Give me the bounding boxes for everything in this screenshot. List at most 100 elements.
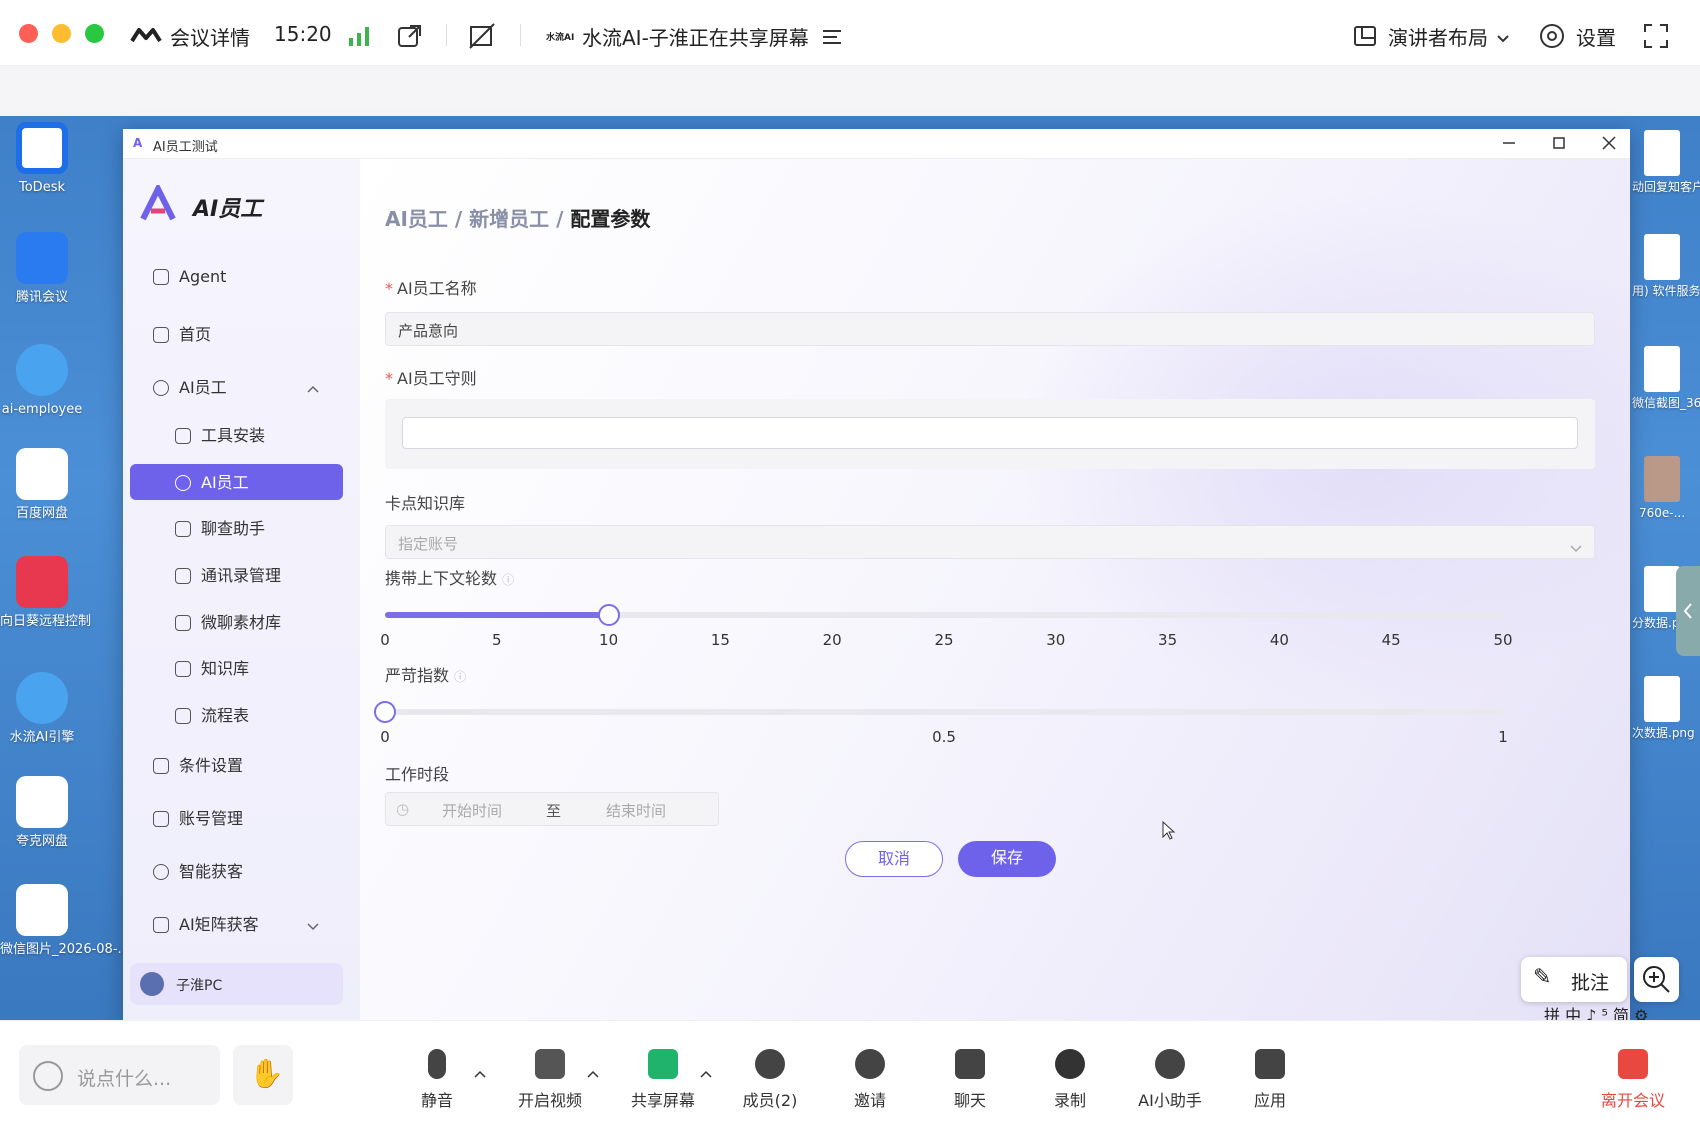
knowledge-base-label: 卡点知识库 bbox=[385, 494, 466, 513]
account-icon bbox=[153, 811, 169, 827]
desktop-file-3[interactable]: 微信截图_36605... bbox=[1632, 346, 1700, 411]
tencent-meeting-logo-icon bbox=[130, 27, 162, 43]
end-time-input[interactable]: 结束时间 bbox=[606, 800, 666, 821]
strict-tick-0: 0 bbox=[380, 728, 390, 746]
popout-icon[interactable] bbox=[397, 23, 423, 53]
apps-button[interactable]: 应用 bbox=[1225, 1049, 1315, 1111]
mute-button[interactable]: 静音 bbox=[392, 1049, 482, 1111]
desktop-icon-quark[interactable]: 夸克网盘 bbox=[0, 776, 84, 850]
desktop-icon-wechat-image[interactable]: 微信图片_2026-08-... bbox=[0, 884, 130, 958]
settings-button[interactable]: 设置 bbox=[1576, 22, 1616, 51]
desktop-icon-todesk[interactable]: ToDesk bbox=[0, 122, 84, 196]
desktop-icon-sunlogin[interactable]: 向日葵远程控制 bbox=[0, 556, 91, 630]
sidebar-item-flow[interactable]: 流程表 bbox=[175, 702, 249, 726]
desktop-second-column bbox=[88, 116, 124, 1016]
ctx-tick-2: 10 bbox=[599, 631, 619, 649]
chevron-up-icon[interactable] bbox=[474, 1063, 486, 1082]
close-icon[interactable] bbox=[1599, 133, 1619, 153]
strict-tick-2: 1 bbox=[1498, 728, 1508, 746]
info-icon: ⓘ bbox=[502, 573, 515, 587]
sidebar-item-knowledge[interactable]: 知识库 bbox=[175, 655, 249, 679]
breadcrumb-new-employee[interactable]: 新增员工 bbox=[469, 207, 549, 231]
invite-button[interactable]: 邀请 bbox=[825, 1049, 915, 1111]
chat-input[interactable]: 说点什么... bbox=[19, 1045, 220, 1105]
desktop-icon-baidu-netdisk[interactable]: 百度网盘 bbox=[0, 448, 84, 522]
chevron-up-icon[interactable] bbox=[587, 1063, 599, 1082]
close-traffic-light[interactable] bbox=[19, 24, 38, 43]
zoom-in-button[interactable] bbox=[1634, 957, 1679, 1002]
menu-icon[interactable] bbox=[822, 28, 842, 50]
members-icon bbox=[755, 1049, 785, 1079]
ctx-tick-1: 5 bbox=[492, 631, 502, 649]
work-hours-range[interactable]: ◷ 开始时间 至 结束时间 bbox=[385, 792, 719, 826]
knowledge-icon bbox=[175, 661, 191, 677]
name-input[interactable]: 产品意向 bbox=[385, 312, 1595, 346]
share-screen-button[interactable]: 共享屏幕 bbox=[618, 1049, 708, 1111]
minimize-traffic-light[interactable] bbox=[52, 24, 71, 43]
main-content: AI员工 / 新增员工 / 配置参数 * AI员工名称 产品意向 * AI员工守则 … bbox=[360, 159, 1630, 1021]
sidebar-item-conditions[interactable]: 条件设置 bbox=[153, 752, 243, 776]
speaker-layout-button[interactable]: 演讲者布局 bbox=[1388, 22, 1488, 51]
sidebar-item-smart-acquire[interactable]: 智能获客 bbox=[153, 858, 243, 882]
start-video-button[interactable]: 开启视频 bbox=[505, 1049, 595, 1111]
ai-assistant-icon bbox=[1155, 1049, 1185, 1079]
strictness-track[interactable] bbox=[385, 709, 1503, 715]
chevron-up-icon[interactable] bbox=[307, 379, 319, 398]
sidebar-item-ai-employee-group[interactable]: AI员工 bbox=[153, 374, 227, 398]
sidebar-item-home[interactable]: 首页 bbox=[153, 321, 211, 345]
zoom-traffic-light[interactable] bbox=[85, 24, 104, 43]
maximize-icon[interactable] bbox=[1549, 133, 1569, 153]
members-button[interactable]: 成员(2) bbox=[725, 1049, 815, 1111]
desktop-file-1[interactable]: 动回复知客户... bbox=[1632, 130, 1700, 195]
sidebar-item-materials[interactable]: 微聊素材库 bbox=[175, 609, 281, 633]
sidebar-item-tool-install[interactable]: 工具安装 bbox=[175, 422, 265, 446]
sidebar-item-contacts[interactable]: 通讯录管理 bbox=[175, 562, 281, 586]
raise-hand-button[interactable]: ✋ bbox=[233, 1045, 293, 1105]
ai-icon bbox=[153, 380, 169, 396]
leave-meeting-button[interactable]: 离开会议 bbox=[1588, 1049, 1678, 1111]
video-off-icon bbox=[535, 1049, 565, 1079]
minimize-icon[interactable] bbox=[1499, 133, 1519, 153]
save-button[interactable]: 保存 bbox=[958, 841, 1056, 877]
ai-icon bbox=[175, 475, 191, 491]
chevron-down-icon bbox=[1570, 538, 1582, 557]
ctx-tick-6: 30 bbox=[1046, 631, 1066, 649]
sidebar-item-ai-matrix[interactable]: AI矩阵获客 bbox=[153, 911, 259, 935]
install-icon bbox=[175, 428, 191, 444]
desktop-file-4[interactable]: 760e-... bbox=[1632, 456, 1692, 521]
user-profile[interactable]: 子淮PC bbox=[130, 963, 343, 1005]
meeting-details-button[interactable]: 会议详情 bbox=[170, 22, 250, 51]
rules-textarea[interactable] bbox=[402, 417, 1578, 449]
desktop-icon-shuiliu-engine[interactable]: 水流AI引擎 bbox=[0, 672, 84, 746]
brand-name: AI员工 bbox=[193, 197, 263, 222]
chat-button[interactable]: 聊天 bbox=[925, 1049, 1015, 1111]
chevron-down-icon bbox=[1496, 29, 1510, 48]
sidebar-item-agent[interactable]: Agent bbox=[153, 267, 226, 286]
annotate-off-icon[interactable] bbox=[468, 22, 496, 54]
zoom-in-icon bbox=[1643, 966, 1670, 993]
cancel-button[interactable]: 取消 bbox=[845, 841, 943, 877]
emoji-icon bbox=[33, 1061, 63, 1091]
start-time-input[interactable]: 开始时间 bbox=[442, 800, 502, 821]
gear-icon[interactable] bbox=[1538, 22, 1566, 54]
strictness-label: 严苛指数 ⓘ bbox=[385, 666, 467, 685]
context-rounds-slider-handle[interactable] bbox=[597, 604, 620, 626]
desktop-file-2[interactable]: 用) 软件服务合... bbox=[1632, 234, 1700, 299]
fullscreen-icon[interactable] bbox=[1643, 23, 1669, 53]
desktop-file-6[interactable]: 次数据.png bbox=[1632, 676, 1695, 741]
desktop-icon-ai-employee[interactable]: ai-employee bbox=[0, 344, 84, 418]
chevron-down-icon[interactable] bbox=[307, 916, 319, 935]
breadcrumb-ai-employee[interactable]: AI员工 bbox=[385, 207, 448, 231]
side-collapse-tab[interactable] bbox=[1676, 566, 1700, 656]
chevron-up-icon[interactable] bbox=[700, 1063, 712, 1082]
sidebar-item-chat-assistant[interactable]: 聊查助手 bbox=[175, 515, 265, 539]
strictness-slider-handle[interactable] bbox=[374, 701, 396, 723]
knowledge-base-select[interactable]: 指定账号 bbox=[385, 525, 1595, 559]
sidebar-item-accounts[interactable]: 账号管理 bbox=[153, 805, 243, 829]
annotate-button[interactable]: ✎ 批注 bbox=[1521, 957, 1627, 1002]
sidebar-item-ai-employee[interactable]: AI员工 bbox=[175, 469, 249, 493]
record-button[interactable]: 录制 bbox=[1025, 1049, 1115, 1111]
desktop-icon-tencent-meeting[interactable]: 腾讯会议 bbox=[0, 232, 84, 306]
ai-assistant-button[interactable]: AI小助手 bbox=[1125, 1049, 1215, 1111]
ctx-tick-7: 35 bbox=[1158, 631, 1178, 649]
